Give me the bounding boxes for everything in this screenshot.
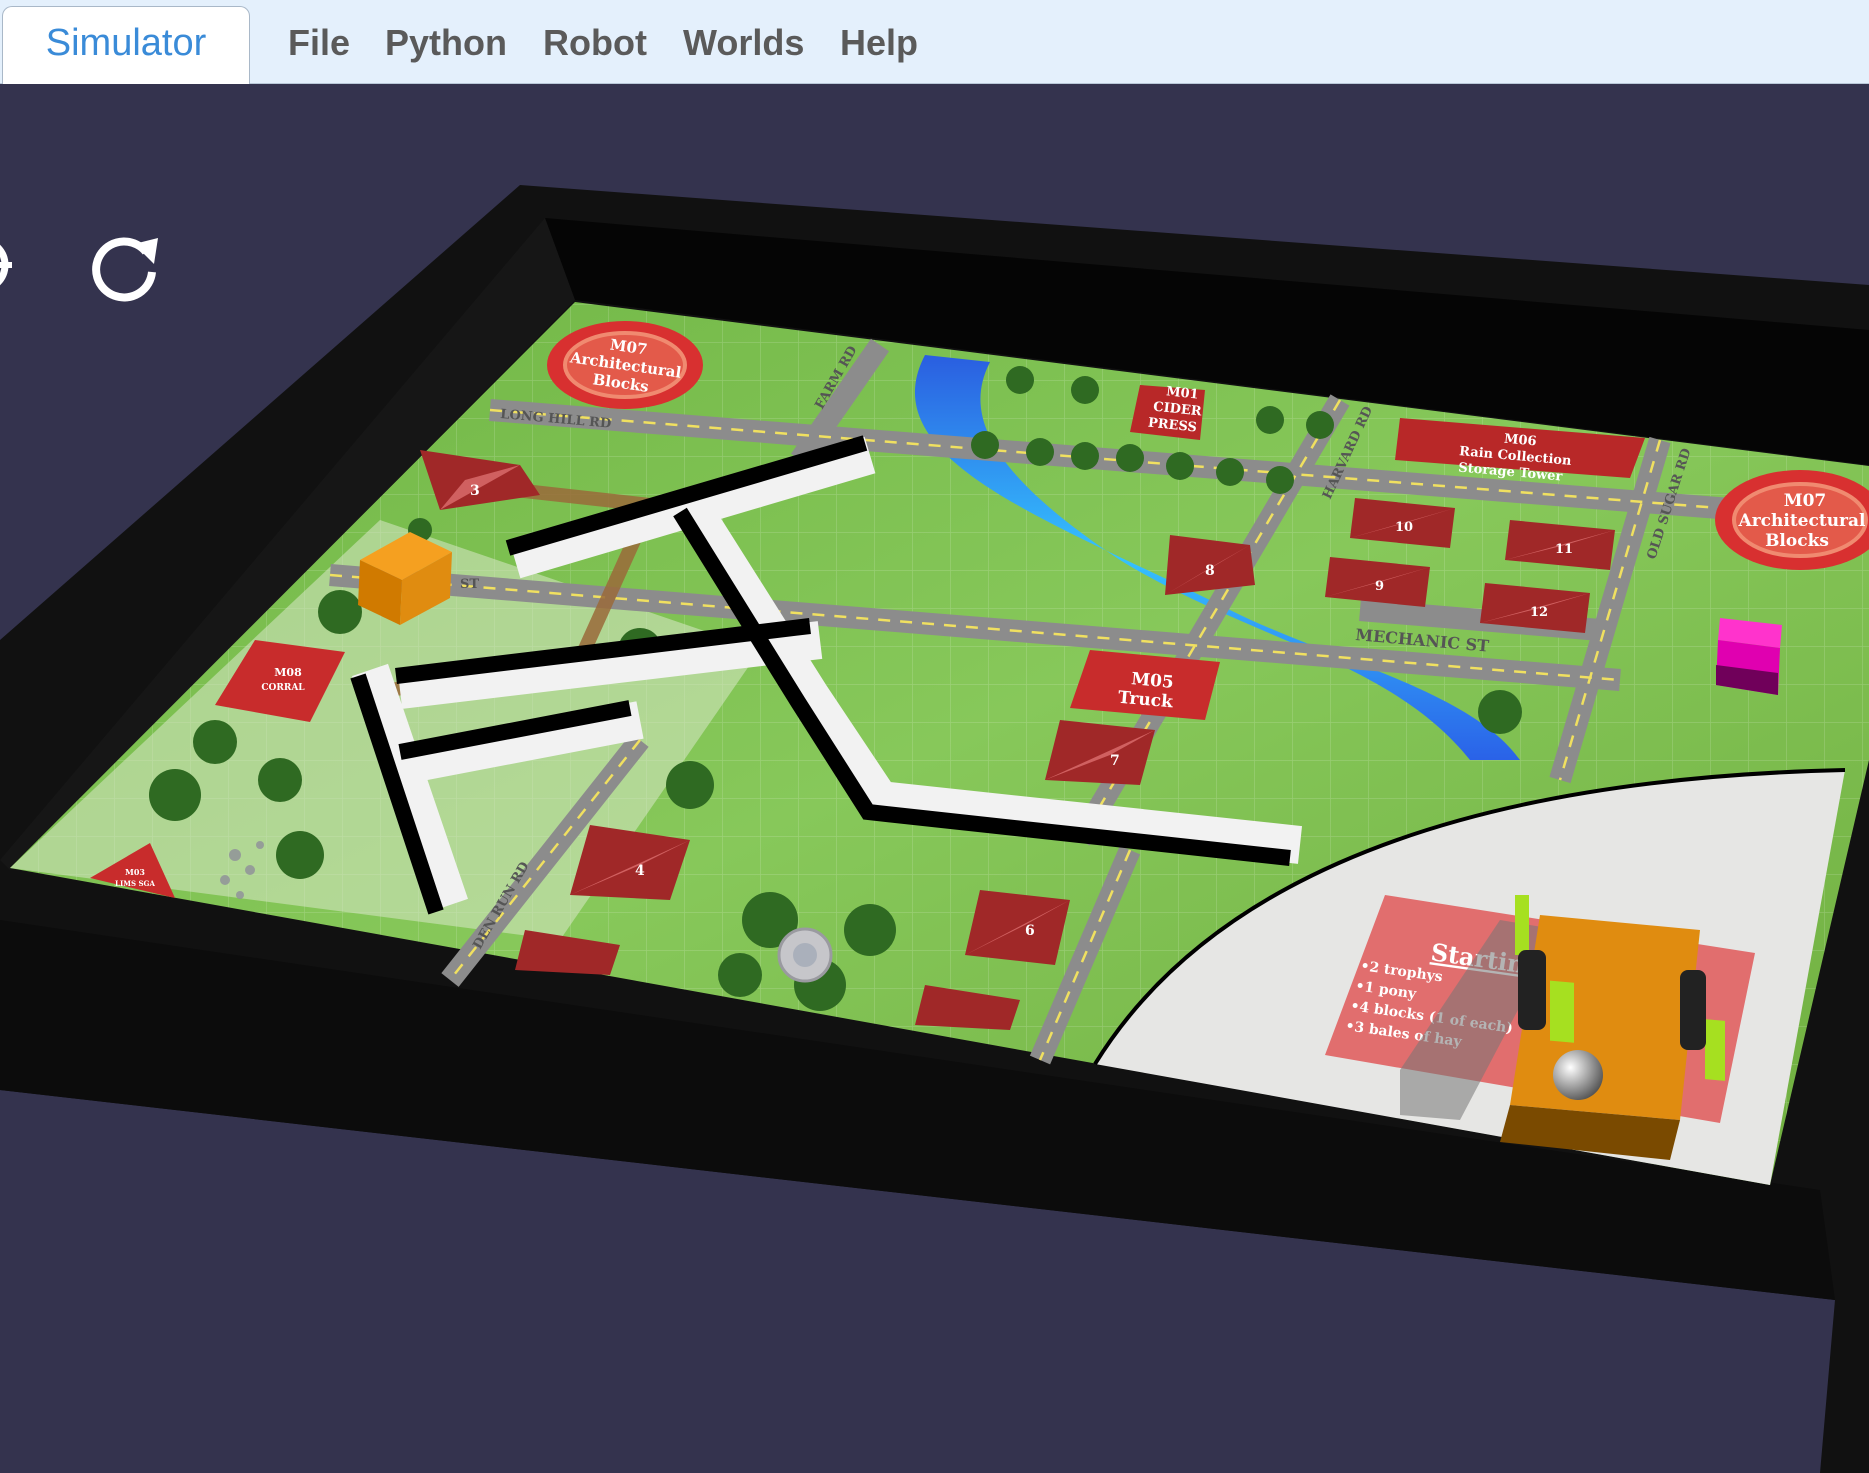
- m08-label-name: CORRAL: [261, 683, 305, 693]
- house-label-12: 12: [1530, 605, 1548, 620]
- caster-ball: [1553, 1050, 1603, 1100]
- simulator-viewport[interactable]: LONG HILL RD FARM RD HARVARD RD OLD SUGA…: [0, 85, 1869, 1473]
- menu-worlds[interactable]: Worlds: [683, 22, 804, 64]
- house-label-7: 7: [1110, 753, 1120, 769]
- m08-label-code: M08: [274, 666, 302, 679]
- m07-right-label-name-2: Blocks: [1765, 531, 1829, 551]
- m03-label-code: M03: [125, 867, 145, 877]
- m06-label-code: M06: [1503, 432, 1537, 450]
- house-label-9: 9: [1375, 579, 1384, 594]
- menu-file[interactable]: File: [288, 22, 350, 64]
- house-label-11: 11: [1555, 542, 1573, 557]
- menu-python[interactable]: Python: [385, 22, 507, 64]
- house-label-8: 8: [1205, 563, 1215, 579]
- m07-right-label-code: M07: [1784, 491, 1826, 511]
- road-label-st: ST: [460, 577, 479, 592]
- house-label-4: 4: [635, 863, 645, 879]
- mission-m01-cider-press: M01 CIDER PRESS: [1130, 384, 1205, 440]
- m03-label-name: LIMS SGA: [115, 879, 155, 888]
- menu-robot[interactable]: Robot: [543, 22, 647, 64]
- tab-simulator[interactable]: Simulator: [2, 6, 250, 84]
- magenta-cube[interactable]: [1716, 618, 1782, 695]
- m07-right-label-name-1: Architectural: [1738, 511, 1867, 531]
- house-label-6: 6: [1025, 923, 1035, 939]
- menu-help[interactable]: Help: [840, 22, 918, 64]
- house-label-10: 10: [1395, 520, 1413, 535]
- simulation-scene: LONG HILL RD FARM RD HARVARD RD OLD SUGA…: [0, 185, 1869, 1473]
- mission-m07-top-left: M07 Architectural Blocks: [547, 321, 703, 409]
- menu-bar: Simulator File Python Robot Worlds Help: [0, 0, 1869, 84]
- mission-m05-truck: M05 Truck: [1070, 650, 1220, 720]
- house-label-3: 3: [470, 483, 480, 499]
